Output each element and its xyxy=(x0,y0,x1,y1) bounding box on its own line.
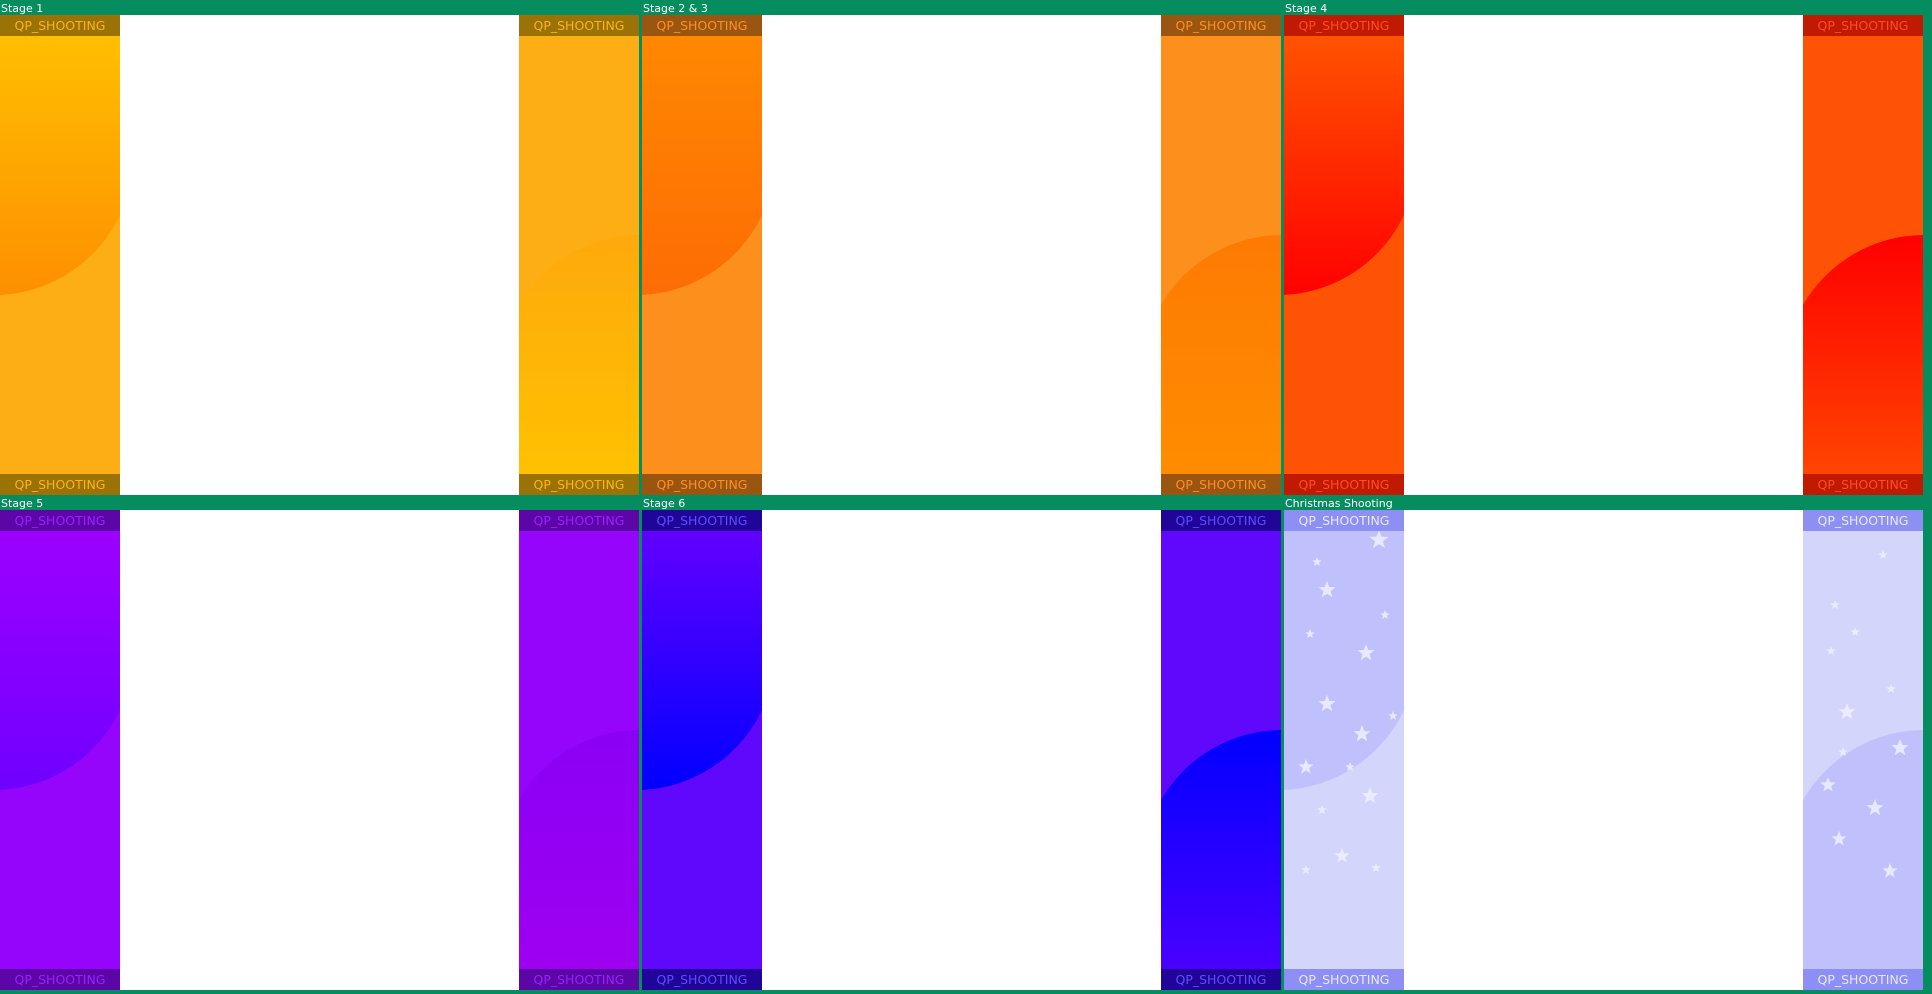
top-logo-bar: QP_SHOOTING xyxy=(0,510,120,531)
side-panel-artwork xyxy=(642,510,762,990)
top-logo-bar: QP_SHOOTING xyxy=(1161,15,1281,36)
stage-panel: Christmas Shooting QP_SHOOTING QP_SHOOTI… xyxy=(1284,495,1923,990)
side-panel-artwork xyxy=(519,510,639,990)
side-panel-artwork xyxy=(0,510,120,990)
bottom-logo-bar: QP_SHOOTING xyxy=(1284,474,1404,495)
bottom-logo-bar: QP_SHOOTING xyxy=(1803,474,1923,495)
game-screen: QP_SHOOTING QP_SHOOTING QP_SHOOTING QP_S… xyxy=(0,510,639,990)
bottom-logo-bar: QP_SHOOTING xyxy=(1161,969,1281,990)
right-side-panel: QP_SHOOTING QP_SHOOTING xyxy=(519,15,639,495)
side-panel-artwork xyxy=(1284,15,1404,495)
game-screen: QP_SHOOTING QP_SHOOTING QP_SHOOTING QP_S… xyxy=(642,510,1281,990)
right-side-panel: QP_SHOOTING QP_SHOOTING xyxy=(1161,15,1281,495)
top-logo-bar: QP_SHOOTING xyxy=(1803,510,1923,531)
stage-panel: Stage 4 QP_SHOOTING QP_SHOOTING QP_SHOOT… xyxy=(1284,0,1923,495)
left-side-panel: QP_SHOOTING QP_SHOOTING xyxy=(642,15,762,495)
top-logo-bar: QP_SHOOTING xyxy=(642,15,762,36)
panel-title: Stage 4 xyxy=(1285,2,1328,15)
bottom-logo-bar: QP_SHOOTING xyxy=(1284,969,1404,990)
right-side-panel: QP_SHOOTING QP_SHOOTING xyxy=(1803,15,1923,495)
left-side-panel: QP_SHOOTING QP_SHOOTING xyxy=(1284,510,1404,990)
side-panel-artwork xyxy=(1284,510,1404,990)
stage-panel: Stage 6 QP_SHOOTING QP_SHOOTING QP_SHOOT… xyxy=(642,495,1281,990)
top-logo-bar: QP_SHOOTING xyxy=(1161,510,1281,531)
game-screen: QP_SHOOTING QP_SHOOTING QP_SHOOTING QP_S… xyxy=(642,15,1281,495)
right-side-panel: QP_SHOOTING QP_SHOOTING xyxy=(519,510,639,990)
left-side-panel: QP_SHOOTING QP_SHOOTING xyxy=(0,15,120,495)
bottom-logo-bar: QP_SHOOTING xyxy=(642,969,762,990)
panel-title: Stage 6 xyxy=(643,497,686,510)
top-logo-bar: QP_SHOOTING xyxy=(519,510,639,531)
side-panel-artwork xyxy=(1803,15,1923,495)
side-panel-artwork xyxy=(1161,15,1281,495)
panel-title: Stage 2 & 3 xyxy=(643,2,708,15)
side-panel-artwork xyxy=(1161,510,1281,990)
panel-title: Christmas Shooting xyxy=(1285,497,1393,510)
left-side-panel: QP_SHOOTING QP_SHOOTING xyxy=(0,510,120,990)
stage-panel: Stage 1 QP_SHOOTING QP_SHOOTING QP_SHOOT… xyxy=(0,0,639,495)
bottom-logo-bar: QP_SHOOTING xyxy=(642,474,762,495)
side-panel-artwork xyxy=(519,15,639,495)
game-screen: QP_SHOOTING QP_SHOOTING QP_SHOOTING QP_S… xyxy=(1284,510,1923,990)
top-logo-bar: QP_SHOOTING xyxy=(1284,510,1404,531)
top-logo-bar: QP_SHOOTING xyxy=(1284,15,1404,36)
left-side-panel: QP_SHOOTING QP_SHOOTING xyxy=(642,510,762,990)
bottom-logo-bar: QP_SHOOTING xyxy=(519,474,639,495)
panel-title: Stage 1 xyxy=(1,2,44,15)
stage-panel: Stage 5 QP_SHOOTING QP_SHOOTING QP_SHOOT… xyxy=(0,495,639,990)
stage-panel: Stage 2 & 3 QP_SHOOTING QP_SHOOTING QP_S… xyxy=(642,0,1281,495)
top-logo-bar: QP_SHOOTING xyxy=(642,510,762,531)
bottom-logo-bar: QP_SHOOTING xyxy=(519,969,639,990)
top-logo-bar: QP_SHOOTING xyxy=(519,15,639,36)
bottom-logo-bar: QP_SHOOTING xyxy=(1161,474,1281,495)
bottom-logo-bar: QP_SHOOTING xyxy=(0,474,120,495)
top-logo-bar: QP_SHOOTING xyxy=(0,15,120,36)
bottom-logo-bar: QP_SHOOTING xyxy=(0,969,120,990)
right-side-panel: QP_SHOOTING QP_SHOOTING xyxy=(1161,510,1281,990)
side-panel-artwork xyxy=(1803,510,1923,990)
left-side-panel: QP_SHOOTING QP_SHOOTING xyxy=(1284,15,1404,495)
top-logo-bar: QP_SHOOTING xyxy=(1803,15,1923,36)
game-screen: QP_SHOOTING QP_SHOOTING QP_SHOOTING QP_S… xyxy=(1284,15,1923,495)
bottom-logo-bar: QP_SHOOTING xyxy=(1803,969,1923,990)
right-side-panel: QP_SHOOTING QP_SHOOTING xyxy=(1803,510,1923,990)
game-screen: QP_SHOOTING QP_SHOOTING QP_SHOOTING QP_S… xyxy=(0,15,639,495)
side-panel-artwork xyxy=(642,15,762,495)
panel-title: Stage 5 xyxy=(1,497,44,510)
side-panel-artwork xyxy=(0,15,120,495)
